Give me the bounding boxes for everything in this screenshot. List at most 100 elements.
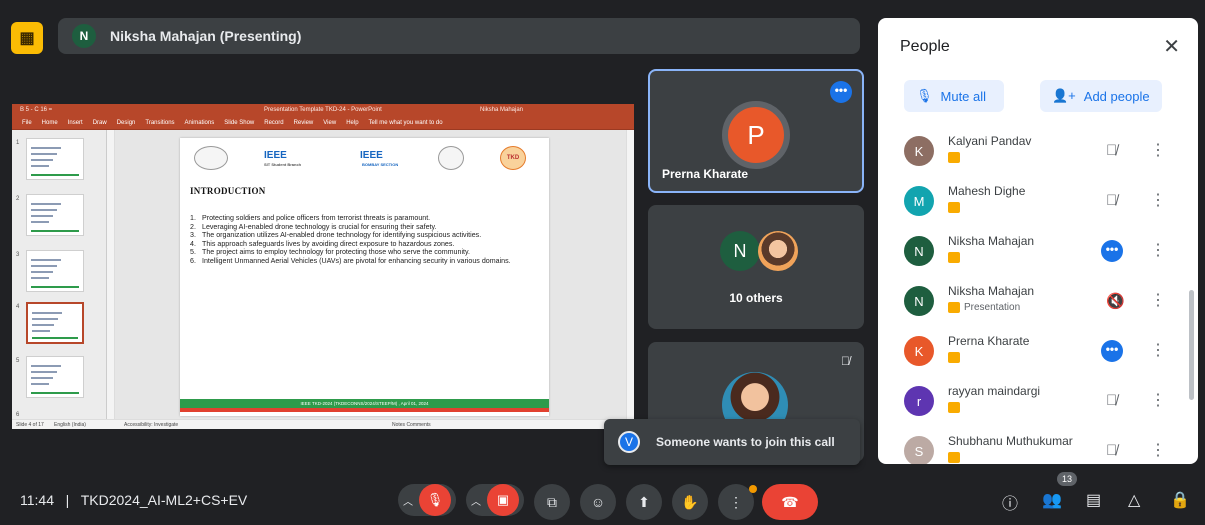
mic-off-icon[interactable]: 🎙̸ [1106, 442, 1117, 459]
presentation-badge-icon [948, 202, 960, 213]
chat-icon[interactable]: ▤ [1086, 490, 1101, 510]
add-people-button[interactable]: 👤+ Add people [1040, 80, 1162, 112]
participant-row[interactable]: N Niksha Mahajan Presentation 🔇 ⋮ [878, 278, 1188, 326]
ribbon-tab[interactable]: Review [294, 120, 314, 126]
ribbon-tab[interactable]: Animations [185, 120, 215, 126]
slide-thumbnail[interactable] [26, 138, 84, 180]
present-screen-icon[interactable]: ⬆ [626, 484, 662, 520]
people-scrollbar[interactable] [1189, 290, 1194, 400]
audio-off-icon[interactable]: 🔇 [1106, 292, 1125, 310]
ribbon-tab[interactable]: Design [117, 120, 136, 126]
mic-off-icon[interactable]: 🎙̸ [1106, 192, 1117, 209]
more-options-icon[interactable]: ⋮ [1150, 240, 1166, 260]
ribbon-tab[interactable]: Transitions [145, 120, 174, 126]
chevron-up-icon[interactable]: ︿ [403, 493, 413, 508]
presentation-badge-icon [948, 302, 960, 313]
requester-avatar: V [618, 431, 640, 453]
participant-row[interactable]: r rayyan maindargi 🎙̸ ⋮ [878, 378, 1188, 426]
emoji-icon[interactable]: ☺ [580, 484, 616, 520]
ribbon-tab[interactable]: Insert [68, 120, 83, 126]
participant-name: Niksha Mahajan [948, 234, 1035, 248]
slide-footer: IEEE TKD-2024 (TKDECONNS/2024/STEEP/M) ,… [180, 399, 549, 408]
meet-window: ▦ N Niksha Mahajan (Presenting) B 5 - C … [0, 0, 1205, 525]
quick-access-toolbar: B 5 - C 16 = [20, 107, 53, 113]
slide-bullet: 5. The project aims to employ technology … [190, 248, 470, 257]
mic-off-icon: 🎙̸ [841, 354, 850, 368]
meeting-info: 11:44 | TKD2024_AI-ML2+CS+EV [20, 492, 247, 508]
powerpoint-ribbon: File Home Insert Draw Design Transitions Anima… [12, 116, 634, 130]
participant-row[interactable]: K Prerna Kharate ••• ⋮ [878, 328, 1188, 376]
powerpoint-user: Niksha Mahajan [480, 107, 524, 113]
powerpoint-titlebar: B 5 - C 16 = Presentation Template TKD-2… [12, 104, 634, 116]
ribbon-tab[interactable]: Record [264, 120, 283, 126]
mic-off-icon[interactable]: 🎙 [419, 484, 451, 516]
slide-number: 5 [16, 358, 20, 364]
participant-avatar: K [904, 336, 934, 366]
host-controls-icon[interactable]: 🔒 [1170, 490, 1190, 510]
participant-row[interactable]: S Shubhanu Muthukumar 🎙̸ ⋮ [878, 428, 1188, 464]
slide-thumbnail[interactable] [26, 194, 84, 236]
ribbon-tab[interactable]: Draw [93, 120, 107, 126]
presentation-icon[interactable]: ▦ [11, 22, 43, 54]
captions-button[interactable]: ⧉ [534, 484, 570, 520]
ribbon-tab[interactable]: View [323, 120, 336, 126]
more-options-icon[interactable]: ⋮ [1150, 390, 1166, 410]
add-person-icon: 👤+ [1052, 88, 1076, 103]
more-options-icon[interactable]: ⋮ [1150, 140, 1166, 160]
camera-off-icon[interactable]: ▣ [487, 484, 519, 516]
slide-heading: INTRODUCTION [190, 186, 266, 196]
slide-thumbnail[interactable] [26, 302, 84, 344]
speaking-indicator-icon[interactable]: ••• [1101, 240, 1123, 262]
tile-others[interactable]: N 10 others [648, 205, 864, 329]
slide-number: 6 [16, 412, 20, 418]
participant-avatar: M [904, 186, 934, 216]
tkd-logo: TKD [500, 146, 526, 170]
activities-icon[interactable]: △ [1128, 490, 1140, 510]
participant-row[interactable]: N Niksha Mahajan ••• ⋮ [878, 228, 1188, 276]
close-icon[interactable]: ✕ [1163, 34, 1180, 59]
ieee-logo-sub: SIT Student Branch [264, 162, 302, 167]
ieee-bombay-logo: IEEE [360, 150, 383, 161]
meeting-details-icon[interactable]: ⓘ [1002, 490, 1018, 514]
mic-control[interactable]: ︿ 🎙 [398, 484, 456, 516]
more-options-icon[interactable]: ⋮ [1150, 440, 1166, 460]
join-request-toast[interactable]: V Someone wants to join this call [604, 419, 860, 465]
presenting-bar: N Niksha Mahajan (Presenting) [58, 18, 860, 54]
slide-thumbnail[interactable] [26, 250, 84, 292]
more-options-icon[interactable]: ••• [830, 81, 852, 103]
ribbon-tab[interactable]: Help [346, 120, 358, 126]
people-count-badge: 13 [1057, 472, 1077, 486]
camera-control[interactable]: ︿ ▣ [466, 484, 524, 516]
presenter-label: Niksha Mahajan (Presenting) [110, 28, 302, 44]
ribbon-tab[interactable]: Slide Show [224, 120, 254, 126]
more-options-icon[interactable]: ⋮ [1150, 190, 1166, 210]
notes-comments: Notes Comments [392, 422, 431, 428]
participant-row[interactable]: K Kalyani Pandav 🎙̸ ⋮ [878, 128, 1188, 176]
raise-hand-icon[interactable]: ✋ [672, 484, 708, 520]
presentation-badge-icon [948, 352, 960, 363]
speaking-indicator-icon[interactable]: ••• [1101, 340, 1123, 362]
participant-name: rayyan maindargi [948, 384, 1041, 398]
mute-all-button[interactable]: 🎙 Mute all [904, 80, 1004, 112]
more-options-icon[interactable]: ⋮ [1150, 340, 1166, 360]
mic-off-icon: 🎙 [916, 88, 933, 103]
slide-thumbnails: 1 2 3 4 5 6 [12, 130, 107, 419]
powerpoint-window-title: Presentation Template TKD-24 - PowerPoin… [264, 107, 382, 113]
mic-off-icon[interactable]: 🎙̸ [1106, 142, 1117, 159]
others-avatar-n: N [720, 231, 760, 271]
slide-thumbnail[interactable] [26, 356, 84, 398]
mic-off-icon[interactable]: 🎙̸ [1106, 392, 1117, 409]
participant-row[interactable]: M Mahesh Dighe 🎙̸ ⋮ [878, 178, 1188, 226]
ribbon-tab[interactable]: File [22, 120, 32, 126]
more-options-icon[interactable]: ⋮ [1150, 290, 1166, 310]
chevron-up-icon[interactable]: ︿ [471, 493, 481, 508]
ribbon-tab[interactable]: Tell me what you want to do [369, 120, 443, 126]
participant-avatar: K [904, 136, 934, 166]
people-title: People [900, 38, 950, 55]
leave-call-button[interactable]: ☎ [762, 484, 818, 520]
slide-number: 4 [16, 304, 20, 310]
tile-prerna[interactable]: P ••• Prerna Kharate [648, 69, 864, 193]
people-icon[interactable]: 👥 [1042, 490, 1062, 510]
prerna-avatar: P [722, 101, 790, 169]
ribbon-tab[interactable]: Home [42, 120, 58, 126]
